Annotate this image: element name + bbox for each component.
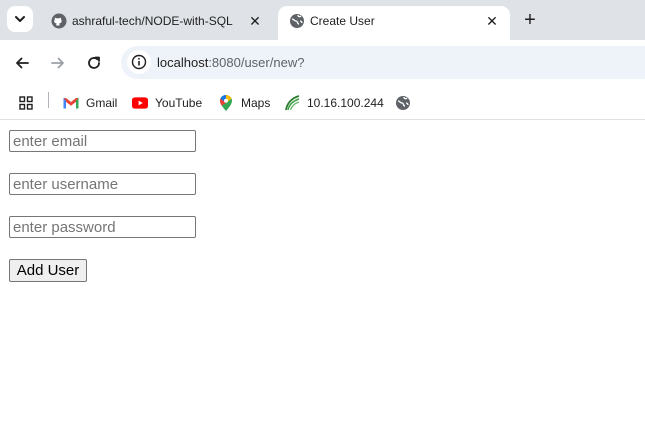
page-content: Add User: [0, 121, 645, 432]
apps-button[interactable]: [18, 93, 34, 113]
bookmark-maps[interactable]: Maps: [218, 93, 270, 113]
bookmark-globe[interactable]: [395, 93, 418, 113]
forward-arrow-icon: [51, 57, 64, 69]
bookmark-10-16-100-244[interactable]: 10.16.100.244: [284, 93, 384, 113]
back-arrow-icon: [16, 57, 29, 69]
info-icon: [131, 54, 147, 70]
url-host: localhost: [157, 55, 209, 70]
gmail-icon: [63, 95, 79, 111]
tab-search-button[interactable]: [7, 6, 33, 32]
reload-icon: [88, 56, 100, 69]
network-icon: [284, 95, 300, 111]
bookmark-label: Gmail: [86, 96, 118, 110]
bookmark-youtube[interactable]: YouTube: [132, 93, 202, 113]
close-tab-icon[interactable]: ✕: [483, 12, 501, 30]
reload-button[interactable]: [82, 51, 106, 75]
tab-label: ashraful-tech/NODE-with-SQL: [72, 14, 233, 28]
close-tab-icon[interactable]: ✕: [246, 12, 264, 30]
address-bar[interactable]: localhost:8080/user/new?: [121, 46, 645, 79]
bookmark-label: 10.16.100.244: [307, 96, 384, 110]
url-text[interactable]: localhost:8080/user/new?: [157, 55, 304, 70]
chevron-down-icon: [15, 16, 25, 22]
youtube-icon: [132, 95, 148, 111]
tab-label: Create User: [310, 14, 375, 28]
site-info-button[interactable]: [127, 50, 151, 74]
forward-button[interactable]: [46, 51, 70, 75]
bookmarks-bar: Gmail YouTube Maps 10.16.100.244: [0, 86, 645, 120]
url-path: :8080/user/new?: [208, 55, 305, 70]
back-button[interactable]: [10, 51, 34, 75]
bookmark-label: Maps: [241, 96, 271, 110]
maps-icon: [218, 95, 234, 111]
tab-github[interactable]: ashraful-tech/NODE-with-SQL ✕: [40, 6, 273, 40]
bookmark-label: YouTube: [155, 96, 203, 110]
globe-icon: [290, 14, 304, 28]
apps-grid-icon: [19, 96, 33, 110]
tab-create-user[interactable]: Create User ✕: [278, 6, 510, 40]
bookmark-gmail[interactable]: Gmail: [63, 93, 117, 113]
toolbar: localhost:8080/user/new?: [0, 40, 645, 86]
username-field[interactable]: [9, 173, 196, 195]
new-tab-button[interactable]: +: [519, 9, 541, 31]
github-icon: [51, 13, 67, 29]
tab-strip: ashraful-tech/NODE-with-SQL ✕ Create Use…: [0, 0, 645, 40]
bookmarks-separator: [48, 92, 49, 108]
email-field[interactable]: [9, 130, 196, 152]
password-field[interactable]: [9, 216, 196, 238]
add-user-button[interactable]: Add User: [9, 259, 87, 282]
globe-icon: [395, 95, 411, 111]
